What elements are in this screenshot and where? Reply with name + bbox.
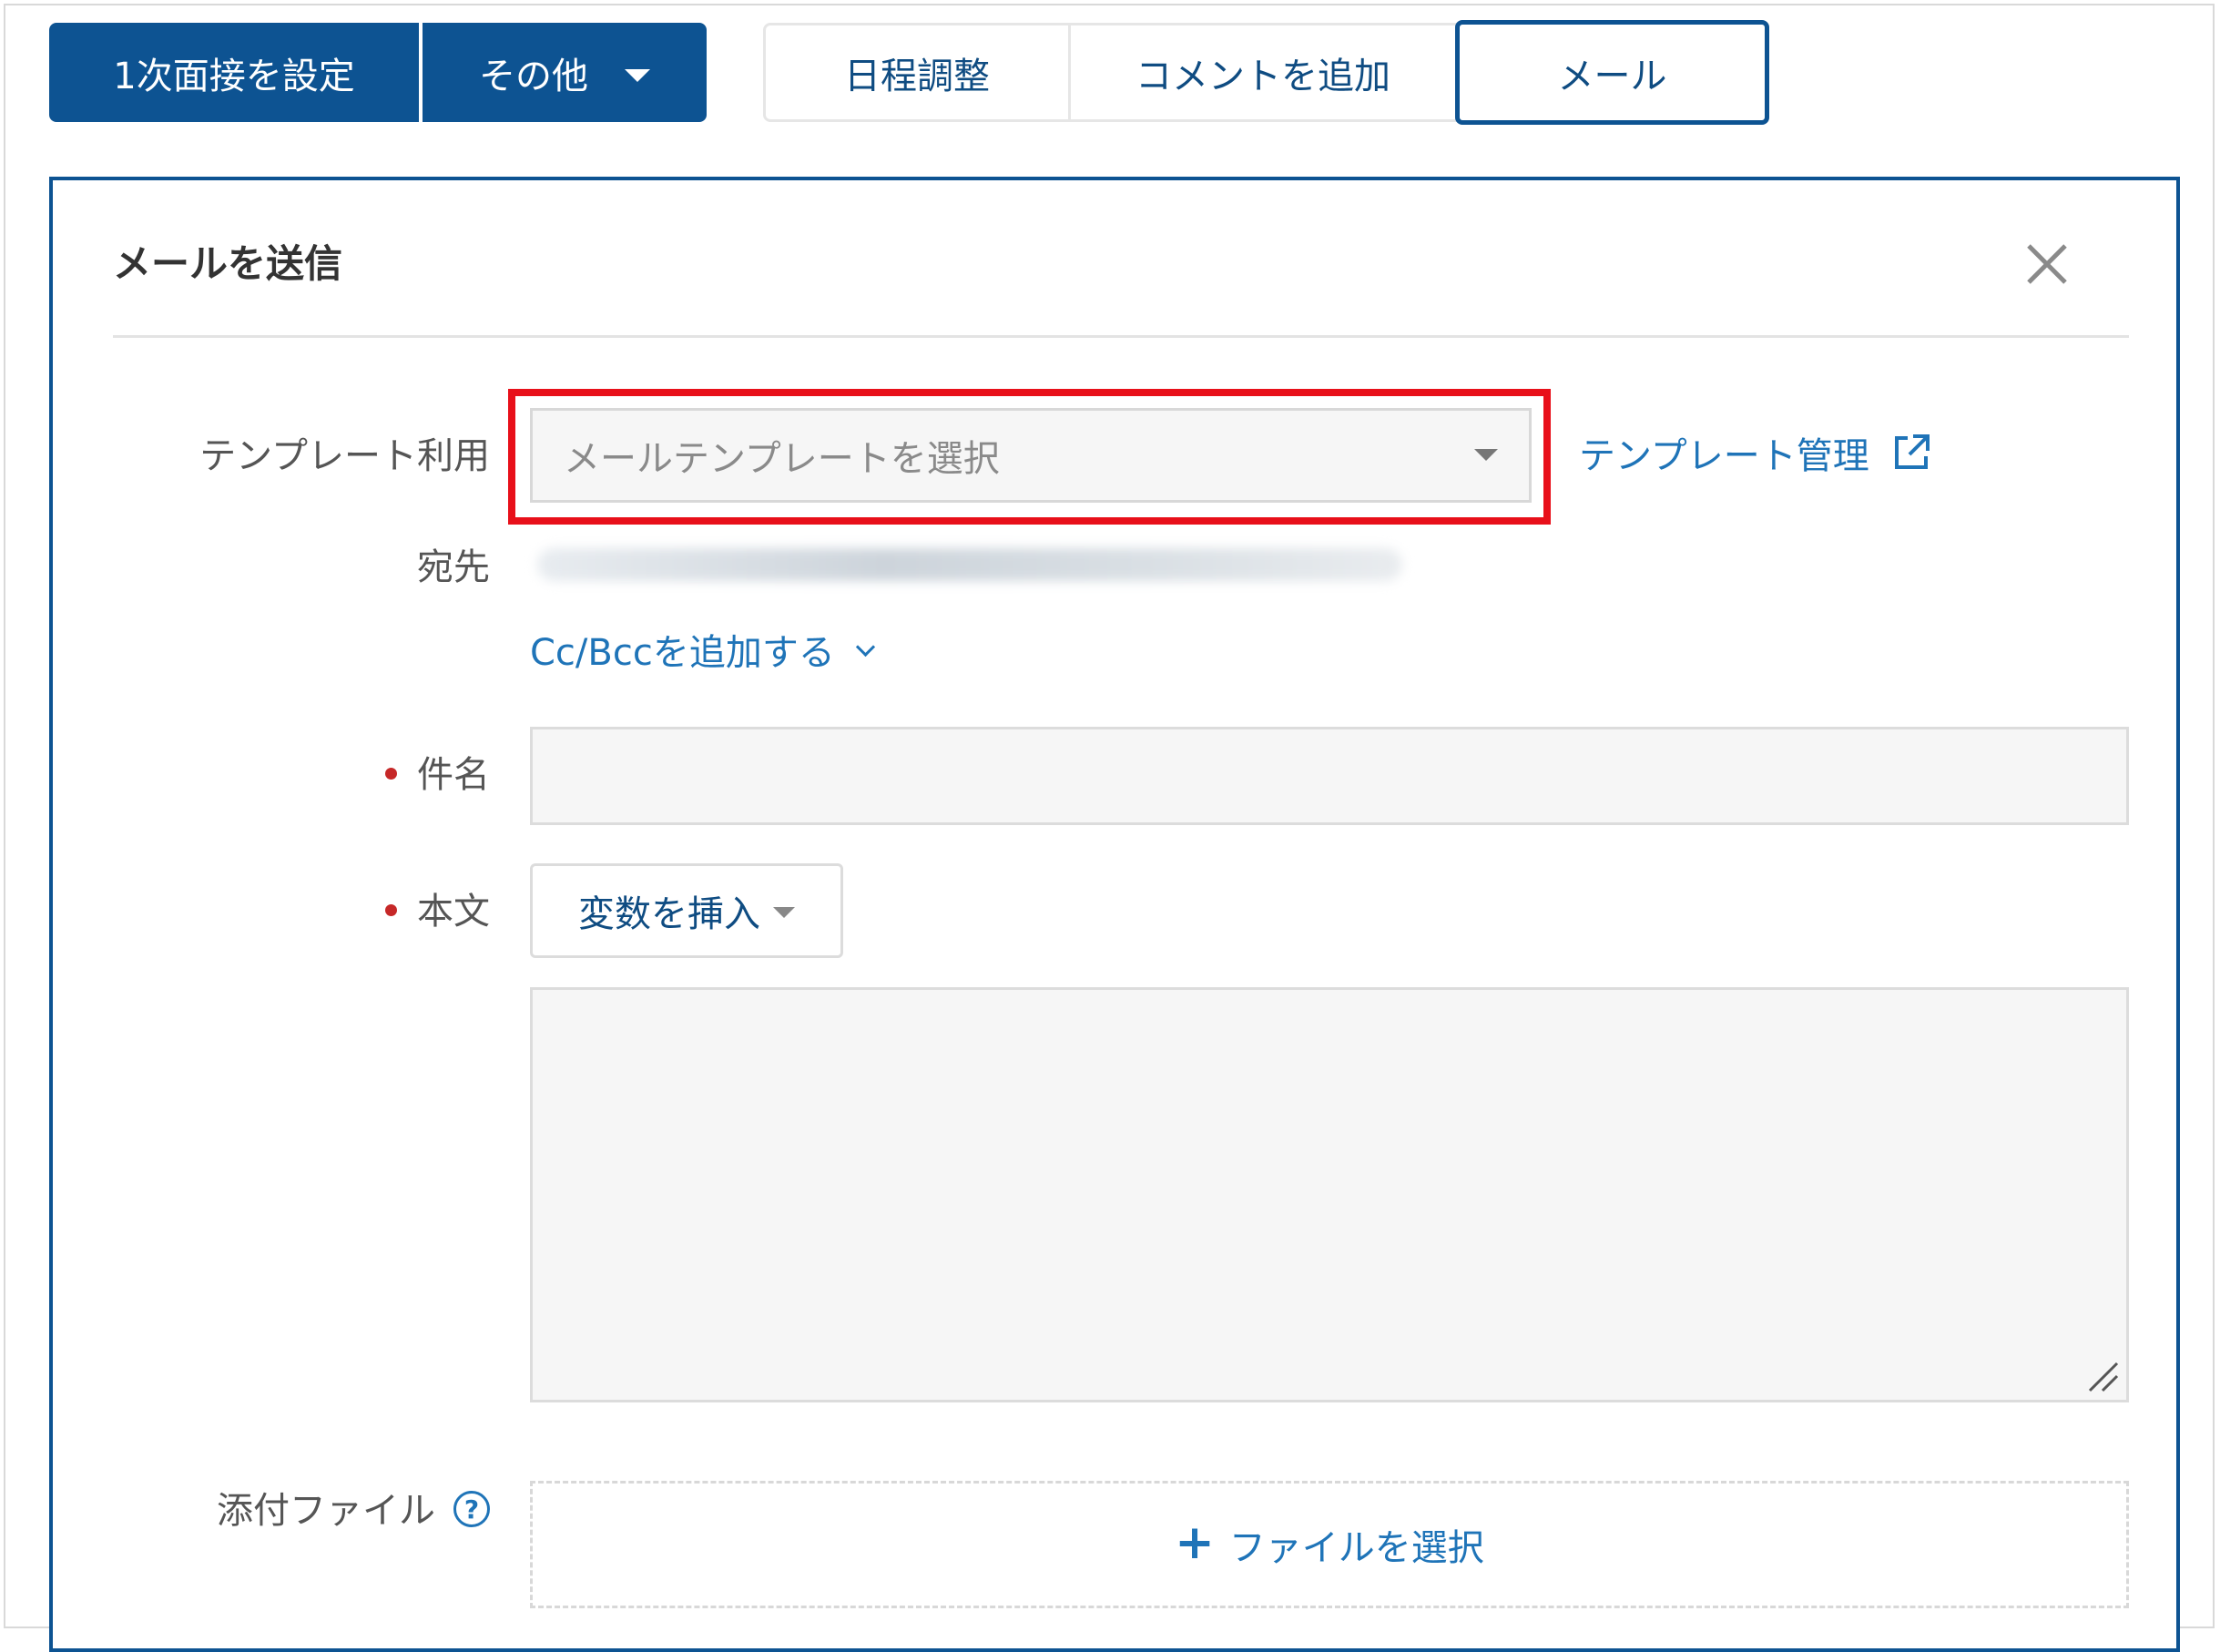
subject-label: 件名 bbox=[417, 754, 490, 796]
insert-variable-label: 変数を挿入 bbox=[578, 893, 760, 935]
required-indicator bbox=[385, 767, 397, 780]
template-select[interactable]: メールテンプレートを選択 bbox=[530, 408, 1532, 503]
body-label-wrap: 本文 bbox=[89, 882, 490, 934]
attachment-label: 添付ファイル bbox=[217, 1490, 435, 1532]
close-button[interactable] bbox=[2020, 237, 2074, 291]
caret-down-icon bbox=[625, 68, 650, 82]
subject-label-wrap: 件名 bbox=[89, 745, 490, 798]
select-file-label: ファイルを選択 bbox=[1228, 1527, 1484, 1569]
recipient-value-redacted bbox=[537, 548, 1402, 581]
other-actions-dropdown[interactable]: その他 bbox=[423, 23, 707, 122]
subject-input[interactable] bbox=[530, 727, 2129, 825]
tab-mail[interactable]: メール bbox=[1455, 20, 1769, 125]
recipient-label: 宛先 bbox=[417, 546, 490, 588]
schedule-first-interview-label: 1次面接を設定 bbox=[113, 55, 355, 97]
add-ccbcc-link[interactable]: Cc/Bccを追加する bbox=[530, 623, 875, 676]
template-label: テンプレート利用 bbox=[199, 435, 490, 477]
body-textarea[interactable] bbox=[530, 987, 2129, 1402]
action-tabs: 日程調整 コメントを追加 メール bbox=[763, 20, 1769, 125]
other-actions-label: その他 bbox=[479, 55, 588, 97]
schedule-first-interview-button[interactable]: 1次面接を設定 bbox=[49, 23, 419, 122]
plus-icon: + bbox=[1175, 1515, 1215, 1570]
add-ccbcc-label: Cc/Bccを追加する bbox=[530, 632, 835, 674]
tab-label: コメントを追加 bbox=[1135, 55, 1390, 97]
template-manage-label: テンプレート管理 bbox=[1579, 435, 1869, 477]
select-file-button[interactable]: + ファイルを選択 bbox=[530, 1481, 2129, 1608]
tab-label: 日程調整 bbox=[844, 55, 990, 97]
tab-add-comment[interactable]: コメントを追加 bbox=[1068, 23, 1458, 122]
resize-grip-icon[interactable] bbox=[2084, 1358, 2121, 1394]
header-divider bbox=[113, 335, 2129, 338]
tab-schedule-adjustment[interactable]: 日程調整 bbox=[763, 23, 1071, 122]
template-select-placeholder: メールテンプレートを選択 bbox=[564, 438, 1000, 480]
body-label: 本文 bbox=[417, 891, 490, 933]
required-indicator bbox=[385, 903, 397, 916]
caret-down-icon bbox=[1474, 449, 1498, 461]
panel-title: メールを送信 bbox=[113, 241, 343, 286]
attachment-label-wrap: 添付ファイル? bbox=[89, 1481, 490, 1534]
caret-down-icon bbox=[773, 907, 795, 918]
insert-variable-button[interactable]: 変数を挿入 bbox=[530, 863, 843, 958]
chevron-down-icon bbox=[855, 637, 875, 657]
send-mail-panel: メールを送信 テンプレート利用 メールテンプレートを選択 テンプレート管理 宛先… bbox=[49, 177, 2180, 1652]
help-icon[interactable]: ? bbox=[453, 1491, 490, 1527]
template-manage-link[interactable]: テンプレート管理 bbox=[1579, 426, 1931, 479]
external-link-icon bbox=[1894, 434, 1930, 469]
close-icon bbox=[2027, 244, 2067, 284]
tab-label: メール bbox=[1557, 55, 1667, 97]
